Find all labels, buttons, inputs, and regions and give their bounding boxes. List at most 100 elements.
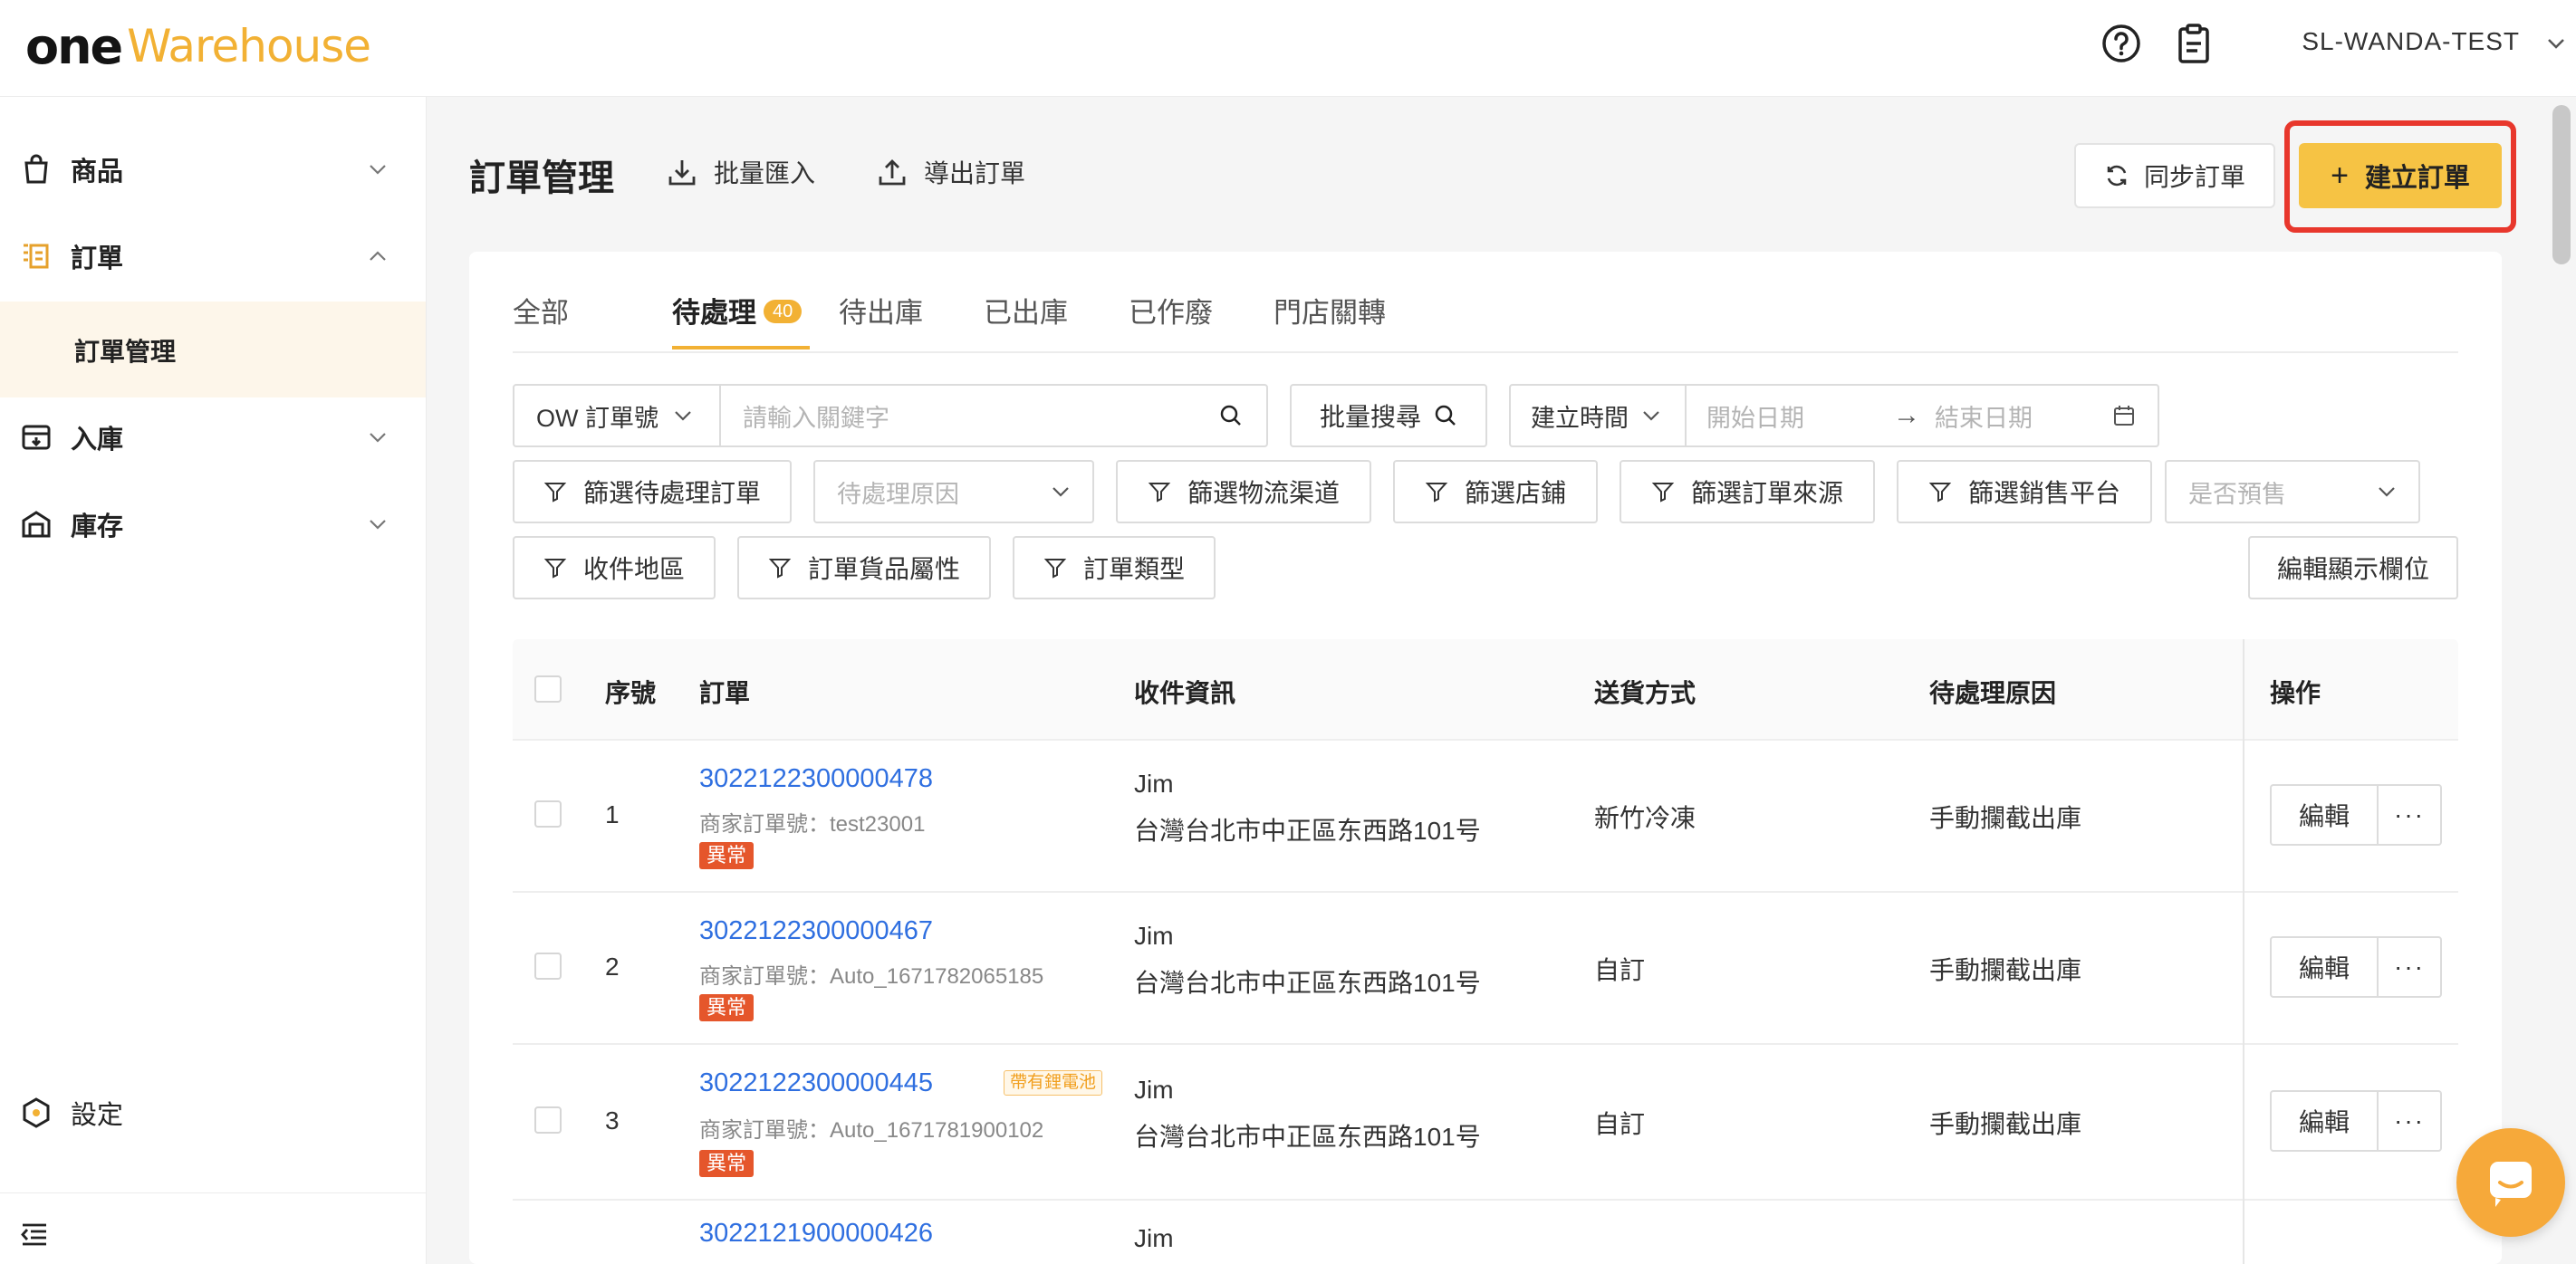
sidebar-divider xyxy=(0,1192,426,1193)
chat-support-button[interactable] xyxy=(2456,1128,2565,1237)
clipboard-icon[interactable] xyxy=(2172,22,2216,65)
date-range-picker[interactable]: 開始日期 → 結束日期 xyxy=(1685,384,2159,447)
filter-icon xyxy=(1425,483,1448,503)
menu-collapse-icon[interactable] xyxy=(20,1220,49,1249)
sidebar-item-label: 商品 xyxy=(71,158,124,187)
pending-reason-placeholder: 待處理原因 xyxy=(837,480,959,508)
filter-source-label: 篩選訂單來源 xyxy=(1690,479,1843,507)
user-name[interactable]: SL-WANDA-TEST xyxy=(2302,27,2520,56)
table-header: 序號 訂單 收件資訊 送貨方式 待處理原因 操作 xyxy=(513,639,2458,741)
sidebar-item-inbound[interactable]: 入庫 xyxy=(0,394,426,481)
sidebar-item-inventory[interactable]: 庫存 xyxy=(0,481,426,568)
storage-icon xyxy=(22,511,51,538)
filter-type-label: 訂單類型 xyxy=(1082,555,1185,583)
calendar-icon xyxy=(2114,406,2134,426)
more-actions-button[interactable]: ··· xyxy=(2379,936,2442,998)
sidebar-item-orders[interactable]: 訂單 xyxy=(0,213,426,300)
sidebar-item-products[interactable]: 商品 xyxy=(0,126,426,213)
logo-warehouse: Warehouse xyxy=(127,20,371,72)
chevron-down-icon xyxy=(675,411,691,421)
chevron-up-icon xyxy=(370,251,386,261)
fixed-column-divider xyxy=(2243,639,2244,1264)
more-actions-button[interactable]: ··· xyxy=(2379,784,2442,846)
tab-all[interactable]: 全部 xyxy=(513,286,569,350)
page-scrollbar[interactable] xyxy=(2552,105,2571,264)
chevron-down-icon xyxy=(2379,487,2395,497)
filter-icon xyxy=(1148,483,1171,503)
pending-reason: 手動攔截出庫 xyxy=(1929,1110,2082,1138)
filter-store-button[interactable]: 篩選店鋪 xyxy=(1393,460,1598,523)
select-all-checkbox[interactable] xyxy=(534,675,562,703)
order-number-link[interactable]: 3022121900000426 xyxy=(699,1219,933,1249)
tab-store-transfer[interactable]: 門店關轉 xyxy=(1274,286,1386,350)
search-type-select[interactable]: OW 訂單號 xyxy=(513,384,721,447)
filter-type-button[interactable]: 訂單類型 xyxy=(1013,536,1216,599)
tab-shipped[interactable]: 已出庫 xyxy=(984,286,1068,350)
start-date-placeholder: 開始日期 xyxy=(1706,404,1804,432)
tab-voided[interactable]: 已作廢 xyxy=(1129,286,1213,350)
export-orders-button[interactable]: 導出訂單 xyxy=(877,154,1025,190)
filter-icon xyxy=(1928,483,1952,503)
recipient-address: 台灣台北市中正區东西路101号 xyxy=(1134,1123,1481,1151)
filter-platform-label: 篩選銷售平台 xyxy=(1967,479,2120,507)
sidebar-subitem-order-management[interactable]: 訂單管理 xyxy=(0,302,426,397)
create-order-button[interactable]: + 建立訂單 xyxy=(2299,143,2502,208)
filter-goods-label: 訂單貨品屬性 xyxy=(807,555,960,583)
search-input[interactable]: 請輸入關鍵字 xyxy=(719,384,1268,447)
more-actions-button[interactable]: ··· xyxy=(2379,1090,2442,1152)
recipient-name: Jim xyxy=(1134,1076,1174,1104)
page-title: 訂單管理 xyxy=(469,158,614,198)
recipient-address: 台灣台北市中正區东西路101号 xyxy=(1134,817,1481,845)
sidebar-item-label: 訂單 xyxy=(71,244,124,273)
create-order-label: 建立訂單 xyxy=(2364,164,2470,193)
active-tab-indicator xyxy=(672,346,810,350)
filter-icon xyxy=(1043,559,1067,579)
search-icon xyxy=(1435,405,1456,426)
row-checkbox[interactable] xyxy=(534,800,562,828)
filter-source-button[interactable]: 篩選訂單來源 xyxy=(1620,460,1875,523)
batch-import-button[interactable]: 批量匯入 xyxy=(667,154,815,190)
sidebar-item-settings[interactable]: 設定 xyxy=(0,1069,426,1156)
help-icon[interactable] xyxy=(2100,22,2143,65)
recipient-name: Jim xyxy=(1134,770,1174,798)
settings-icon xyxy=(23,1097,50,1128)
sync-orders-button[interactable]: 同步訂單 xyxy=(2074,143,2275,208)
sidebar-subitem-label: 訂單管理 xyxy=(74,338,177,366)
presale-select[interactable]: 是否預售 xyxy=(2165,460,2420,523)
chevron-down-icon xyxy=(1643,411,1659,421)
col-recipient: 收件資訊 xyxy=(1134,679,1236,707)
filter-icon xyxy=(543,483,567,503)
order-number-link[interactable]: 3022122300000478 xyxy=(699,764,933,794)
edit-button[interactable]: 編輯 xyxy=(2270,1090,2379,1152)
tab-pending-label: 待處理 xyxy=(672,297,756,329)
filter-region-button[interactable]: 收件地區 xyxy=(513,536,716,599)
filter-platform-button[interactable]: 篩選銷售平台 xyxy=(1897,460,2152,523)
tab-pending[interactable]: 待處理 40 xyxy=(672,286,803,350)
row-seq: 3 xyxy=(605,1106,620,1135)
shipping-method: 新竹冷凍 xyxy=(1594,804,1697,832)
chat-icon xyxy=(2490,1162,2532,1207)
order-list-icon xyxy=(24,244,49,269)
brand-logo[interactable]: one Warehouse xyxy=(25,13,371,80)
row-checkbox[interactable] xyxy=(534,953,562,980)
time-type-select[interactable]: 建立時間 xyxy=(1509,384,1687,447)
sidebar-item-label: 入庫 xyxy=(71,426,124,455)
filter-pending-orders-button[interactable]: 篩選待處理訂單 xyxy=(513,460,792,523)
batch-search-label: 批量搜尋 xyxy=(1319,403,1421,431)
filter-goods-button[interactable]: 訂單貨品屬性 xyxy=(737,536,991,599)
sidebar-item-label: 庫存 xyxy=(71,512,124,541)
order-number-link[interactable]: 3022122300000445 xyxy=(699,1068,933,1098)
row-checkbox[interactable] xyxy=(534,1106,562,1134)
edit-button[interactable]: 編輯 xyxy=(2270,784,2379,846)
chevron-down-icon[interactable] xyxy=(2543,31,2569,56)
pending-reason-select[interactable]: 待處理原因 xyxy=(813,460,1094,523)
edit-columns-button[interactable]: 編輯顯示欄位 xyxy=(2248,536,2458,599)
status-badge: 異常 xyxy=(699,1150,755,1177)
edit-button[interactable]: 編輯 xyxy=(2270,936,2379,998)
filter-pending-label: 篩選待處理訂單 xyxy=(582,479,761,507)
tab-awaiting-shipment[interactable]: 待出庫 xyxy=(839,286,923,350)
filter-logistics-button[interactable]: 篩選物流渠道 xyxy=(1116,460,1371,523)
batch-search-button[interactable]: 批量搜尋 xyxy=(1290,384,1487,447)
order-number-link[interactable]: 3022122300000467 xyxy=(699,916,933,946)
plus-icon: + xyxy=(2331,158,2349,193)
